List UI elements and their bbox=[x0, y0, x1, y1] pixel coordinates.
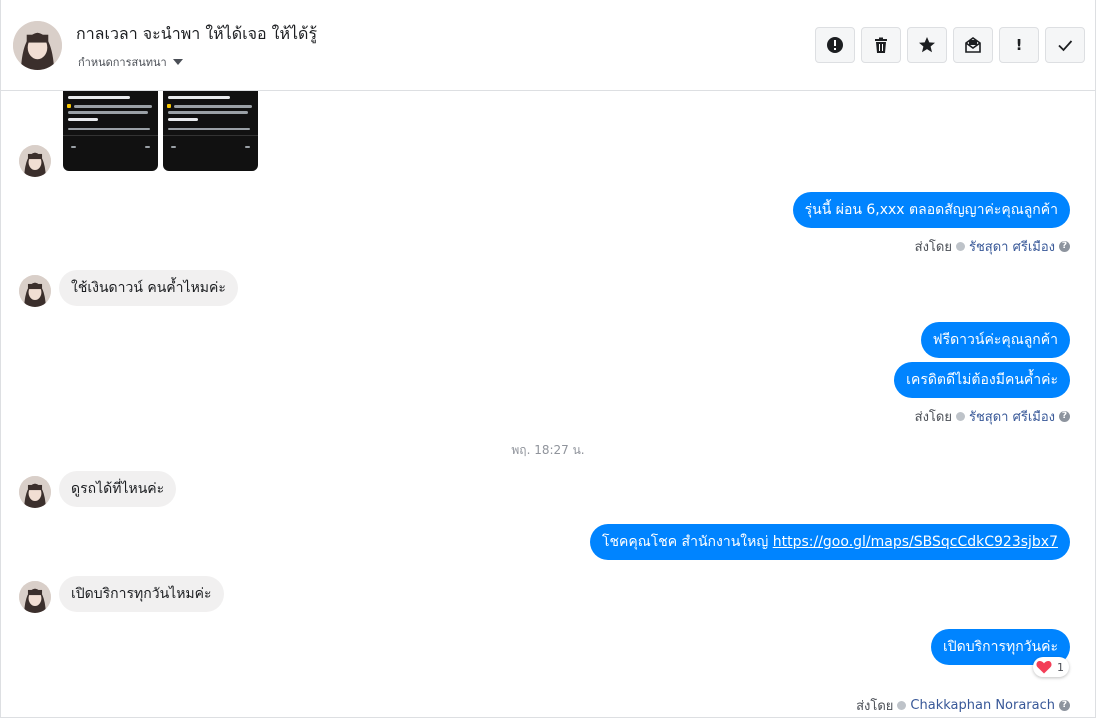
contact-name: กาลเวลา จะนำพา ให้ได้เจอ ให้ได้รู้ bbox=[76, 24, 318, 43]
sent-by-label: ส่งโดย bbox=[914, 240, 952, 255]
message-text: โชคคุณโชค สำนักงานใหญ่ bbox=[601, 534, 773, 550]
check-icon bbox=[1058, 40, 1073, 52]
conversation-toolbar: ! bbox=[815, 27, 1085, 63]
heart-icon bbox=[1036, 660, 1052, 674]
attachment-line bbox=[245, 146, 250, 148]
done-button[interactable] bbox=[1045, 27, 1085, 63]
sender-name[interactable]: รัชสุดา ศรีเมือง bbox=[969, 406, 1055, 427]
attachment-line bbox=[168, 111, 248, 114]
incoming-message[interactable]: ใช้เงินดาวน์ คนค้ำไหมค่ะ bbox=[59, 270, 238, 306]
incoming-message[interactable]: เปิดบริการทุกวันไหมค่ะ bbox=[59, 576, 224, 612]
outgoing-message[interactable]: ฟรีดาวน์ค่ะคุณลูกค้า bbox=[920, 322, 1070, 358]
star-icon bbox=[167, 104, 171, 108]
status-dot-icon bbox=[955, 242, 965, 251]
caret-down-icon bbox=[172, 59, 183, 65]
attachment-line bbox=[68, 118, 98, 121]
image-attachment[interactable] bbox=[63, 91, 158, 171]
sender-avatar[interactable] bbox=[19, 275, 51, 307]
help-icon[interactable]: ? bbox=[1059, 411, 1070, 422]
attachment-divider bbox=[163, 135, 258, 136]
sender-avatar[interactable] bbox=[19, 145, 51, 177]
sent-by-label: ส่งโดย bbox=[856, 699, 894, 714]
star-icon bbox=[919, 37, 935, 53]
attachment-line bbox=[68, 111, 148, 114]
assign-conversation-dropdown[interactable]: กำหนดการสนทนา bbox=[78, 53, 183, 71]
message-reaction[interactable]: 1 bbox=[1033, 657, 1069, 677]
exclamation-icon: ! bbox=[1015, 36, 1023, 54]
sent-by-info: ส่งโดย รัชสุดา ศรีเมือง ? bbox=[915, 236, 1070, 257]
alert-circle-icon bbox=[827, 37, 843, 53]
star-icon bbox=[67, 104, 71, 108]
attachment-line bbox=[174, 105, 252, 108]
sender-avatar[interactable] bbox=[19, 581, 51, 613]
attachment-title bbox=[68, 96, 130, 99]
sent-by-label: ส่งโดย bbox=[914, 410, 952, 425]
contact-avatar[interactable] bbox=[13, 21, 62, 70]
alert-circle-button[interactable] bbox=[815, 27, 855, 63]
help-icon[interactable]: ? bbox=[1059, 241, 1070, 252]
outgoing-message[interactable]: โชคคุณโชค สำนักงานใหญ่ https://goo.gl/ma… bbox=[589, 524, 1070, 560]
star-button[interactable] bbox=[907, 27, 947, 63]
attachment-title bbox=[168, 96, 230, 99]
outgoing-message[interactable]: เครดิตดีไม่ต้องมีคนค้ำค่ะ bbox=[894, 362, 1070, 398]
status-dot-icon bbox=[955, 412, 965, 421]
map-link[interactable]: https://goo.gl/maps/SBSqcCdkC923sjbx7 bbox=[773, 534, 1058, 550]
status-dot-icon bbox=[897, 701, 907, 710]
outgoing-message[interactable]: รุ่นนี้ ผ่อน 6,xxx ตลอดสัญญาค่ะคุณลูกค้า bbox=[792, 192, 1070, 228]
reaction-count: 1 bbox=[1057, 660, 1064, 674]
attachment-line bbox=[74, 105, 152, 108]
help-icon[interactable]: ? bbox=[1059, 700, 1070, 711]
message-thread[interactable]: รุ่นนี้ ผ่อน 6,xxx ตลอดสัญญาค่ะคุณลูกค้า… bbox=[1, 91, 1095, 718]
attachment-line bbox=[68, 128, 150, 130]
delete-button[interactable] bbox=[861, 27, 901, 63]
attachment-divider bbox=[63, 135, 158, 136]
sender-name[interactable]: Chakkaphan Norarach bbox=[910, 698, 1055, 713]
mark-unread-button[interactable] bbox=[953, 27, 993, 63]
sender-name[interactable]: รัชสุดา ศรีเมือง bbox=[969, 236, 1055, 257]
attachment-line bbox=[168, 128, 250, 130]
message-timestamp: พฤ. 18:27 น. bbox=[511, 443, 585, 457]
attachment-line bbox=[168, 118, 198, 121]
important-button[interactable]: ! bbox=[999, 27, 1039, 63]
attachment-line bbox=[145, 146, 150, 148]
attachment-line bbox=[71, 146, 76, 148]
assign-label: กำหนดการสนทนา bbox=[78, 56, 167, 69]
sent-by-info: ส่งโดย รัชสุดา ศรีเมือง ? bbox=[915, 406, 1070, 427]
image-attachment[interactable] bbox=[163, 91, 258, 171]
sent-by-info: ส่งโดย Chakkaphan Norarach ? bbox=[856, 695, 1070, 716]
incoming-message[interactable]: ดูรถได้ที่ไหนค่ะ bbox=[59, 471, 177, 507]
sender-avatar[interactable] bbox=[19, 476, 51, 508]
envelope-open-icon bbox=[965, 37, 981, 53]
conversation-header: กาลเวลา จะนำพา ให้ได้เจอ ให้ได้รู้ กำหนด… bbox=[1, 0, 1095, 91]
attachment-line bbox=[171, 146, 176, 148]
trash-icon bbox=[875, 37, 887, 53]
